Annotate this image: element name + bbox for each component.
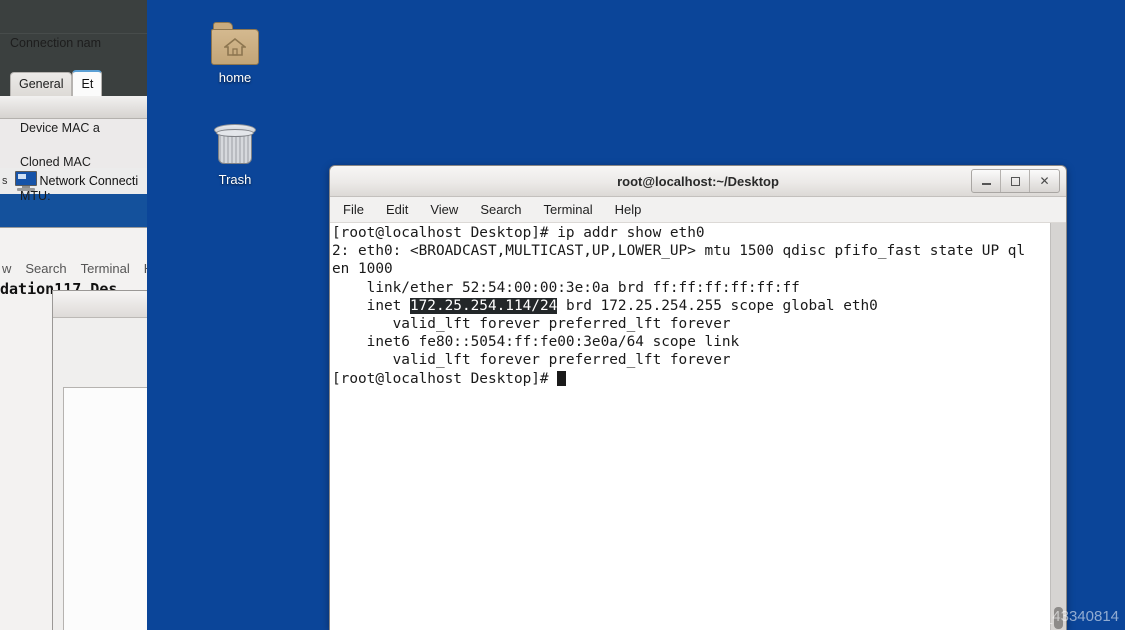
close-icon[interactable]: ✕ bbox=[1030, 170, 1059, 192]
desktop-screen: s Network Connecti w Search Terminal H d… bbox=[0, 0, 1125, 630]
terminal-scrollbar-thumb[interactable] bbox=[1054, 607, 1063, 629]
menu-help[interactable]: Help bbox=[615, 202, 642, 217]
network-connections-label: Network Connecti bbox=[39, 174, 139, 188]
term-line-8: valid_lft forever preferred_lft forever bbox=[332, 352, 731, 369]
mtu-label: MTU: bbox=[20, 189, 51, 203]
desktop-icon-home-label: home bbox=[218, 70, 252, 85]
term-line-1: [root@localhost Desktop]# ip addr show e… bbox=[332, 225, 705, 241]
term-line-5-suffix: brd 172.25.254.255 scope global eth0 bbox=[557, 297, 878, 314]
term-line-9: [root@localhost Desktop]# bbox=[332, 370, 558, 387]
term-line-4: link/ether 52:54:00:00:3e:0a brd ff:ff:f… bbox=[332, 279, 800, 296]
menu-fragment-search[interactable]: Search bbox=[25, 261, 66, 276]
connection-dialog-titlebar[interactable] bbox=[53, 291, 147, 318]
terminal-scrollbar[interactable] bbox=[1050, 223, 1066, 630]
house-glyph bbox=[224, 38, 246, 56]
connection-dialog-tabs[interactable]: General Et bbox=[10, 70, 103, 96]
monitor-icon bbox=[14, 171, 38, 191]
term-line-6: valid_lft forever preferred_lft forever bbox=[332, 316, 731, 333]
maximize-button[interactable] bbox=[1001, 170, 1030, 192]
tab-ethernet[interactable]: Et bbox=[72, 70, 103, 96]
desktop-icon-trash-label: Trash bbox=[218, 172, 252, 187]
connection-dialog-tab-panel bbox=[63, 387, 147, 630]
connection-editor-dialog[interactable] bbox=[52, 290, 147, 630]
term-line-3: en 1000 bbox=[332, 261, 393, 278]
trash-can-icon bbox=[213, 122, 257, 168]
panel-edge-text: s bbox=[2, 175, 8, 187]
background-window-header bbox=[0, 96, 147, 119]
terminal-split-divider bbox=[0, 33, 147, 34]
terminal-title: root@localhost:~/Desktop bbox=[617, 173, 779, 189]
term-line-7: inet6 fe80::5054:ff:fe00:3e0a/64 scope l… bbox=[332, 334, 740, 351]
terminal-titlebar[interactable]: root@localhost:~/Desktop ✕ bbox=[330, 166, 1066, 197]
folder-home-icon bbox=[211, 22, 259, 66]
terminal-cursor bbox=[557, 370, 567, 386]
term-line-5-prefix: inet bbox=[332, 297, 410, 314]
terminal-menubar[interactable]: File Edit View Search Terminal Help bbox=[330, 197, 1066, 223]
background-terminal-menubar[interactable]: w Search Terminal H bbox=[0, 258, 147, 278]
menu-fragment-help[interactable]: H bbox=[144, 261, 147, 276]
menu-view[interactable]: View bbox=[430, 202, 458, 217]
minimize-button[interactable] bbox=[972, 170, 1001, 192]
window-controls[interactable]: ✕ bbox=[971, 169, 1060, 193]
term-line-2: 2: eth0: <BROADCAST,MULTICAST,UP,LOWER_U… bbox=[332, 243, 1026, 260]
terminal-window[interactable]: root@localhost:~/Desktop ✕ File Edit Vie… bbox=[329, 165, 1067, 630]
device-mac-label: Device MAC a bbox=[20, 121, 100, 135]
tab-general[interactable]: General bbox=[10, 72, 73, 96]
terminal-output[interactable]: [root@localhost Desktop]# ip addr show e… bbox=[332, 224, 1040, 388]
menu-search[interactable]: Search bbox=[480, 202, 521, 217]
desktop-icon-trash[interactable]: Trash bbox=[192, 122, 278, 187]
cloned-mac-label: Cloned MAC bbox=[20, 155, 91, 169]
desktop-icon-home[interactable]: home bbox=[192, 22, 278, 85]
menu-edit[interactable]: Edit bbox=[386, 202, 408, 217]
connection-name-label: Connection nam bbox=[10, 36, 102, 50]
menu-fragment-view[interactable]: w bbox=[2, 261, 11, 276]
menu-fragment-terminal[interactable]: Terminal bbox=[81, 261, 130, 276]
selected-ip-address[interactable]: 172.25.254.114/24 bbox=[409, 297, 558, 314]
terminal-body[interactable]: [root@localhost Desktop]# ip addr show e… bbox=[330, 223, 1066, 630]
menu-file[interactable]: File bbox=[343, 202, 364, 217]
menu-terminal[interactable]: Terminal bbox=[544, 202, 593, 217]
